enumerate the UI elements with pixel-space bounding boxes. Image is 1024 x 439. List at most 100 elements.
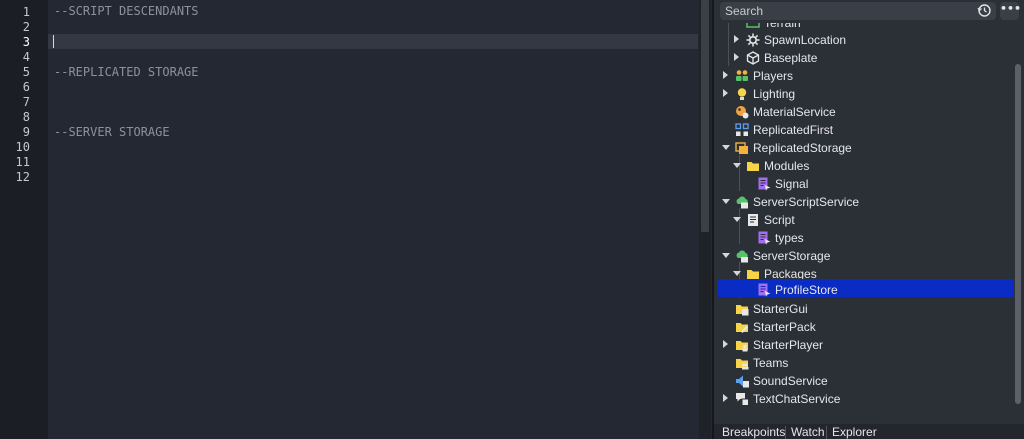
tree-item-label: types <box>775 231 804 245</box>
code-line-comment[interactable]: --SERVER STORAGE <box>54 125 170 140</box>
editor-scrollbar-thumb[interactable] <box>701 0 709 232</box>
tree-item-label: ReplicatedStorage <box>753 141 852 155</box>
line-number: 10 <box>15 140 30 154</box>
line-number: 7 <box>22 95 30 109</box>
explorer-tree: Terrain SpawnLocation Baseplate Players … <box>714 23 1014 423</box>
code-line-comment[interactable]: --SCRIPT DESCENDANTS <box>54 4 199 19</box>
tree-item-lighting[interactable]: Lighting <box>714 85 1014 103</box>
expand-arrow-icon[interactable] <box>723 89 728 97</box>
tree-item-baseplate[interactable]: Baseplate <box>714 49 1014 67</box>
tree-item-label: TextChatService <box>753 392 841 406</box>
tree-item-serverscriptservice[interactable]: ServerScriptService <box>714 193 1014 211</box>
tree-item-profilestore[interactable]: ProfileStore <box>717 279 1014 297</box>
expand-arrow-icon[interactable] <box>723 394 728 402</box>
line-number-active: 3 <box>22 35 30 49</box>
line-number: 12 <box>15 170 30 184</box>
tree-item-script[interactable]: Script <box>714 211 1014 229</box>
line-number: 2 <box>22 20 30 34</box>
tree-item-label: Terrain <box>764 23 801 30</box>
lighting-icon <box>737 88 747 100</box>
starter-player-icon <box>736 341 748 352</box>
tree-item-label: MaterialService <box>753 105 836 119</box>
module-script-icon <box>758 231 771 245</box>
tree-item-label: Lighting <box>753 87 796 101</box>
collapse-arrow-icon[interactable] <box>733 271 741 276</box>
line-number: 8 <box>22 110 30 124</box>
sound-service-icon <box>736 375 749 388</box>
tree-item-label: StarterPack <box>753 320 816 334</box>
more-options-button[interactable]: ••• <box>1000 2 1021 20</box>
tab-separator <box>785 426 786 439</box>
tree-item-serverstorage[interactable]: ServerStorage <box>714 247 1014 265</box>
tree-item-starterpack[interactable]: StarterPack <box>714 318 1014 336</box>
tree-item-textchatservice[interactable]: TextChatService <box>714 390 1014 408</box>
explorer-scrollbar-thumb[interactable] <box>1015 64 1021 404</box>
server-script-service-icon <box>736 196 748 209</box>
line-number: 5 <box>22 65 30 79</box>
history-icon[interactable] <box>976 3 993 20</box>
collapse-arrow-icon[interactable] <box>733 163 741 168</box>
tree-item-replicatedstorage[interactable]: ReplicatedStorage <box>714 139 1014 157</box>
tree-item-label: ServerScriptService <box>753 195 860 209</box>
tree-item-label: ServerStorage <box>753 249 831 263</box>
line-number: 1 <box>22 5 30 19</box>
tree-item-replicatedfirst[interactable]: ReplicatedFirst <box>714 121 1014 139</box>
collapse-arrow-icon[interactable] <box>733 217 741 222</box>
tree-item-materialservice[interactable]: MaterialService <box>714 103 1014 121</box>
tree-item-label: Signal <box>775 177 809 191</box>
tree-item-teams[interactable]: Teams <box>714 354 1014 372</box>
replicated-first-icon <box>735 123 749 136</box>
spawn-icon <box>746 33 760 47</box>
tree-item-label: Modules <box>764 159 810 173</box>
tree-item-players[interactable]: Players <box>714 67 1014 85</box>
line-number: 11 <box>15 155 30 169</box>
tree-item-modules[interactable]: Modules <box>714 157 1014 175</box>
collapse-arrow-icon[interactable] <box>722 199 730 204</box>
starter-pack-icon <box>736 323 748 333</box>
tab-separator <box>826 426 827 439</box>
tab-breakpoints[interactable]: Breakpoints <box>722 426 785 439</box>
tab-explorer[interactable]: Explorer <box>832 426 877 439</box>
folder-icon <box>747 162 759 171</box>
tree-item-label: Script <box>764 213 795 227</box>
collapse-arrow-icon[interactable] <box>722 253 730 258</box>
tree-item-types[interactable]: types <box>714 229 1014 247</box>
expand-arrow-icon[interactable] <box>723 340 728 348</box>
expand-arrow-icon[interactable] <box>734 53 739 61</box>
text-caret <box>53 35 54 48</box>
tree-item-label: ProfileStore <box>775 283 838 297</box>
expand-arrow-icon[interactable] <box>734 35 739 43</box>
tree-item-signal[interactable]: Signal <box>714 175 1014 193</box>
tree-item-spawnlocation[interactable]: SpawnLocation <box>714 31 1014 49</box>
material-service-icon <box>736 106 749 119</box>
tree-item-label: Teams <box>753 356 789 370</box>
terrain-icon <box>746 23 760 28</box>
teams-icon <box>736 359 749 370</box>
replicated-storage-icon <box>735 142 748 154</box>
tree-item-label: StarterGui <box>753 302 808 316</box>
tree-item-starterplayer[interactable]: StarterPlayer <box>714 336 1014 354</box>
starter-gui-icon <box>736 305 749 316</box>
tree-item-soundservice[interactable]: SoundService <box>714 372 1014 390</box>
line-number: 9 <box>22 125 30 139</box>
line-number: 6 <box>22 80 30 94</box>
search-placeholder: Search <box>725 4 764 18</box>
tree-item-startergui[interactable]: StarterGui <box>714 300 1014 318</box>
code-line-comment[interactable]: --REPLICATED STORAGE <box>54 65 199 80</box>
tree-item-label: StarterPlayer <box>753 338 824 352</box>
part-icon <box>746 51 760 65</box>
module-script-icon <box>758 177 771 191</box>
tree-item-label: SpawnLocation <box>764 33 847 47</box>
line-number: 4 <box>22 50 30 64</box>
expand-arrow-icon[interactable] <box>723 71 728 79</box>
collapse-arrow-icon[interactable] <box>722 145 730 150</box>
script-icon <box>748 214 758 226</box>
tab-watch[interactable]: Watch <box>791 426 825 439</box>
tree-item-label: Baseplate <box>764 51 818 65</box>
players-icon <box>736 70 748 81</box>
text-chat-service-icon <box>736 393 749 406</box>
module-script-icon <box>758 283 771 297</box>
server-storage-icon <box>736 250 748 263</box>
tree-item-label: Players <box>753 69 794 83</box>
tree-item-label: ReplicatedFirst <box>753 123 834 137</box>
